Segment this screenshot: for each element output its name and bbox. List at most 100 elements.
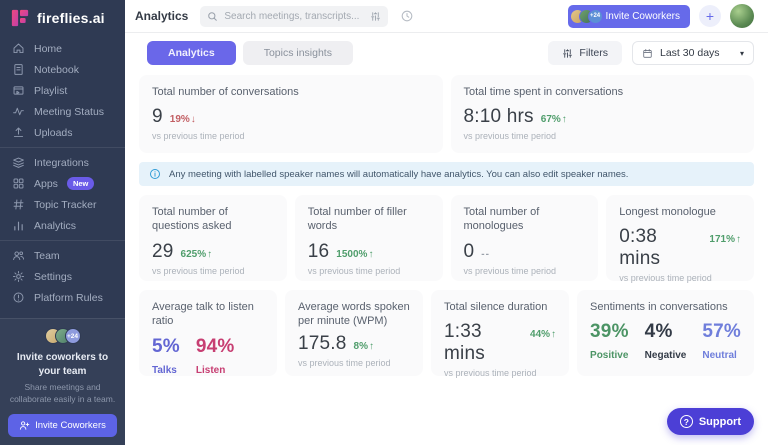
support-button[interactable]: ? Support (667, 408, 754, 435)
arrow-up-icon: ↑ (562, 114, 567, 125)
topbar-invite-label: Invite Coworkers (606, 11, 680, 22)
arrow-down-icon: ↓ (191, 114, 196, 125)
info-banner-text: Any meeting with labelled speaker names … (169, 169, 628, 180)
topic-tracker-icon (12, 198, 25, 211)
user-avatar[interactable] (730, 4, 754, 28)
card-value: 8:10 hrs (464, 106, 534, 128)
arrow-up-icon: ↑ (736, 234, 741, 245)
date-range-select[interactable]: Last 30 days ▾ (632, 41, 754, 65)
card-delta: 19%↓ (170, 114, 196, 125)
neutral-stat: 57% Neutral (702, 321, 741, 361)
stats-row-1: Total number of conversations 9 19%↓ vs … (139, 75, 754, 153)
card-value: 0 (464, 241, 475, 263)
delta-value: 625% (181, 249, 207, 260)
card-caption: vs previous time period (619, 273, 741, 283)
sidebar-nav-main: Home Notebook Playlist Meeting Status Up… (0, 38, 125, 143)
listen-value: 94% (196, 336, 235, 358)
arrow-up-icon: ↑ (368, 249, 373, 260)
card-words-per-minute: Average words spoken per minute (WPM) 17… (285, 290, 423, 376)
card-delta: 8%↑ (354, 341, 374, 352)
invite-panel-avatars: +24 (8, 328, 117, 344)
card-delta: 67%↑ (541, 114, 567, 125)
history-button[interactable] (400, 9, 414, 23)
add-button[interactable]: + (699, 5, 721, 27)
sidebar-item-notebook[interactable]: Notebook (0, 59, 125, 80)
fireflies-analytics-app: fireflies.ai Home Notebook Playlist Meet… (0, 0, 768, 445)
delta-value: 1500% (336, 249, 367, 260)
stats-row-3: Average talk to listen ratio 5% Talks 94… (139, 290, 754, 376)
arrow-up-icon: ↑ (207, 249, 212, 260)
card-title: Longest monologue (619, 205, 741, 219)
card-value: 1:33 mins (444, 321, 523, 365)
sidebar-item-integrations[interactable]: Integrations (0, 152, 125, 173)
integrations-icon (12, 156, 25, 169)
topbar-invite-coworkers-button[interactable]: +24 Invite Coworkers (568, 5, 690, 28)
card-total-time-spent: Total time spent in conversations 8:10 h… (451, 75, 755, 153)
fireflies-logo[interactable]: fireflies.ai (0, 0, 125, 38)
question-icon: ? (680, 415, 693, 428)
sidebar-item-topic-tracker[interactable]: Topic Tracker (0, 194, 125, 215)
positive-value: 39% (590, 321, 629, 343)
date-range-value: Last 30 days (660, 47, 720, 59)
playlist-icon (12, 84, 25, 97)
topbar-invite-avatars: +24 (573, 9, 600, 24)
tab-topics-insights[interactable]: Topics insights (243, 41, 353, 65)
home-icon (12, 42, 25, 55)
support-label: Support (699, 416, 741, 428)
card-title: Total number of conversations (152, 85, 430, 99)
card-silence-duration: Total silence duration 1:33 mins 44%↑ vs… (431, 290, 569, 376)
sidebar-item-apps[interactable]: Apps New (0, 173, 125, 194)
chevron-down-icon: ▾ (740, 49, 744, 58)
card-title: Total silence duration (444, 300, 556, 314)
card-title: Total time spent in conversations (464, 85, 742, 99)
card-title: Average words spoken per minute (WPM) (298, 300, 410, 329)
sidebar-nav-admin: Team Settings Platform Rules (0, 245, 125, 308)
card-title: Sentiments in conversations (590, 300, 741, 314)
invite-panel-subtitle: Share meetings and collaborate easily in… (8, 382, 117, 406)
search-input[interactable] (224, 11, 364, 22)
delta-value: 44% (530, 329, 550, 340)
card-value: 9 (152, 106, 163, 128)
sidebar-item-team[interactable]: Team (0, 245, 125, 266)
tab-analytics[interactable]: Analytics (147, 41, 236, 65)
sidebar-item-label: Analytics (34, 220, 76, 232)
card-talk-listen-ratio: Average talk to listen ratio 5% Talks 94… (139, 290, 277, 376)
card-caption: vs previous time period (152, 266, 274, 276)
uploads-icon (12, 126, 25, 139)
sidebar-item-settings[interactable]: Settings (0, 266, 125, 287)
delta-value: 19% (170, 114, 190, 125)
card-questions-asked: Total number of questions asked 29 625%↑… (139, 195, 287, 281)
sidebar-item-label: Topic Tracker (34, 199, 96, 211)
sidebar-item-label: Apps (34, 178, 58, 190)
sidebar-item-home[interactable]: Home (0, 38, 125, 59)
sidebar-item-label: Integrations (34, 157, 89, 169)
invite-coworkers-button[interactable]: Invite Coworkers (8, 414, 117, 437)
card-caption: vs previous time period (308, 266, 430, 276)
search-box[interactable] (200, 6, 388, 27)
sidebar-nav-tools: Integrations Apps New Topic Tracker Anal… (0, 152, 125, 236)
advanced-search-filters-icon[interactable] (370, 11, 381, 22)
notebook-icon (12, 63, 25, 76)
filters-button[interactable]: Filters (548, 41, 622, 65)
arrow-up-icon: ↑ (369, 341, 374, 352)
top-bar: Analytics +24 Invite Coworkers + (125, 0, 768, 33)
card-title: Total number of questions asked (152, 205, 274, 234)
sidebar-item-meeting-status[interactable]: Meeting Status (0, 101, 125, 122)
team-icon (12, 249, 25, 262)
invite-coworkers-panel: +24 Invite coworkers to your team Share … (0, 318, 125, 445)
delta-value: 8% (354, 341, 368, 352)
new-badge: New (67, 177, 94, 190)
talks-stat: 5% Talks (152, 336, 180, 376)
card-monologues: Total number of monologues 0 -- vs previ… (451, 195, 599, 281)
sidebar-item-playlist[interactable]: Playlist (0, 80, 125, 101)
delta-value: -- (481, 249, 490, 260)
sidebar-item-platform-rules[interactable]: Platform Rules (0, 287, 125, 308)
history-icon (400, 9, 414, 23)
delta-value: 171% (709, 234, 735, 245)
card-sentiments: Sentiments in conversations 39% Positive… (577, 290, 754, 376)
sidebar-item-analytics[interactable]: Analytics (0, 215, 125, 236)
positive-label: Positive (590, 350, 629, 361)
sidebar-item-uploads[interactable]: Uploads (0, 122, 125, 143)
topbar-right-group: +24 Invite Coworkers + (568, 4, 754, 28)
invite-button-label: Invite Coworkers (35, 420, 106, 431)
